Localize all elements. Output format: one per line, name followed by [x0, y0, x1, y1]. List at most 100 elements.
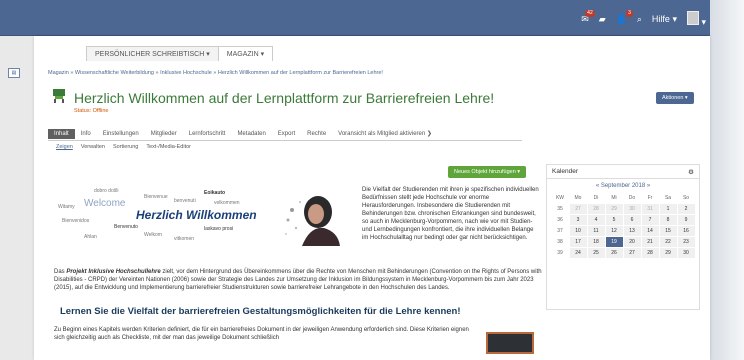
page-edge [710, 0, 744, 360]
side-toggle-icon[interactable]: ▤ [8, 68, 20, 78]
calendar-day[interactable]: 22 [658, 236, 678, 248]
avatar[interactable]: ▾ [686, 11, 706, 28]
woman-portrait-image [280, 190, 344, 246]
help-menu[interactable]: Hilfe ▾ [652, 14, 677, 25]
banner-word: Bienvenue [144, 194, 168, 200]
calendar-day[interactable]: 16 [676, 225, 696, 237]
banner-word: benvenuti [174, 198, 196, 204]
calendar-week-number: 35 [550, 203, 570, 215]
tab-bar: Inhalt Info Einstellungen Mitglieder Ler… [48, 128, 438, 139]
calendar-day[interactable]: 9 [676, 214, 696, 226]
mail-icon[interactable]: ✉ 42 [581, 10, 595, 25]
calendar-day[interactable]: 11 [586, 225, 606, 237]
tab-metadata[interactable]: Metadaten [231, 129, 271, 139]
calendar-day[interactable]: 29 [604, 203, 624, 215]
tab-progress[interactable]: Lernfortschritt [183, 129, 232, 139]
calendar-weekday-label: Fr [640, 192, 660, 204]
tab-preview-as-member[interactable]: Voransicht als Mitglied aktivieren ❯ [332, 128, 438, 139]
user-count: 3 [626, 10, 633, 17]
project-paragraph: Das Projekt Inklusive Hochschullehre zie… [54, 268, 554, 292]
calendar-day[interactable]: 1 [658, 203, 678, 215]
tab-settings[interactable]: Einstellungen [97, 129, 145, 139]
calendar-day[interactable]: 17 [568, 236, 588, 248]
intro-paragraph: Die Vielfalt der Studierenden mit ihren … [362, 187, 539, 241]
calendar-day[interactable]: 20 [622, 236, 642, 248]
banner-main-word: Herzlich Willkommen [136, 208, 257, 222]
calendar-day[interactable]: 7 [640, 214, 660, 226]
calendar-week-row: 39 24 25 26 27 28 29 30 [550, 247, 696, 259]
calendar-week-number: 38 [550, 236, 570, 248]
section-thumbnail-image [486, 332, 534, 354]
calendar-day[interactable]: 30 [622, 203, 642, 215]
calendar-day[interactable]: 29 [658, 247, 678, 259]
calendar-day[interactable]: 21 [640, 236, 660, 248]
calendar-week-row: 38 17 18 19 20 21 22 23 [550, 236, 696, 248]
breadcrumb[interactable]: Magazin » Wissenschaftliche Weiterbildun… [48, 70, 383, 76]
calendar-day[interactable]: 12 [604, 225, 624, 237]
subtab-editor[interactable]: Text-/Media-Editor [146, 144, 191, 150]
subtab-sorting[interactable]: Sortierung [113, 144, 138, 150]
nav-personal-desk[interactable]: PERSÖNLICHER SCHREIBTISCH ▾ [86, 46, 219, 61]
calendar-day[interactable]: 19 [604, 236, 624, 248]
project-prefix: Das [54, 269, 67, 275]
help-label: Hilfe [651, 14, 670, 24]
calendar-day[interactable]: 13 [622, 225, 642, 237]
banner-word: Benvenuto [114, 224, 138, 230]
calendar-day[interactable]: 30 [676, 247, 696, 259]
calendar-day[interactable]: 14 [640, 225, 660, 237]
welcome-banner: Welcome Herzlich Willkommen dobro došli … [54, 186, 350, 248]
subtab-manage[interactable]: Verwalten [81, 144, 105, 150]
calendar-day[interactable]: 2 [676, 203, 696, 215]
calendar-day[interactable]: 28 [586, 203, 606, 215]
gear-icon[interactable]: ⚙ [688, 168, 694, 176]
calendar-day[interactable]: 31 [640, 203, 660, 215]
calendar-day[interactable]: 26 [604, 247, 624, 259]
actions-button[interactable]: Aktionen ▾ [656, 92, 694, 104]
calendar-header: Kalender ⚙ [547, 165, 699, 179]
calendar-day[interactable]: 8 [658, 214, 678, 226]
calendar-day[interactable]: 23 [676, 236, 696, 248]
user-icon[interactable]: 👤 3 [616, 10, 633, 25]
calendar-day[interactable]: 25 [586, 247, 606, 259]
chat-icon[interactable]: ▰ [599, 14, 606, 25]
calendar-weekday-row: KW Mo Di Mi Do Fr Sa So [550, 192, 696, 204]
calendar-day[interactable]: 18 [586, 236, 606, 248]
top-tools: ✉ 42 ▰ 👤 3 ⌕ Hilfe ▾ ▾ [581, 10, 706, 28]
nav-magazine[interactable]: MAGAZIN ▾ [218, 46, 274, 61]
calendar-day[interactable]: 10 [568, 225, 588, 237]
calendar-week-number: 36 [550, 214, 570, 226]
calendar-month-nav[interactable]: « September 2018 » [547, 183, 699, 189]
tab-export[interactable]: Export [272, 129, 301, 139]
calendar-day[interactable]: 4 [586, 214, 606, 226]
section-heading: Lernen Sie die Vielfalt der barrierefrei… [60, 306, 461, 317]
calendar-week-row: 36 3 4 5 6 7 8 9 [550, 214, 696, 226]
tab-info[interactable]: Info [75, 129, 97, 139]
calendar-day[interactable]: 15 [658, 225, 678, 237]
calendar-day[interactable]: 6 [622, 214, 642, 226]
calendar-day[interactable]: 28 [640, 247, 660, 259]
calendar-week-row: 37 10 11 12 13 14 15 16 [550, 225, 696, 237]
tab-content[interactable]: Inhalt [48, 129, 75, 139]
calendar-weekday-label: KW [550, 192, 570, 204]
content-sheet: PERSÖNLICHER SCHREIBTISCH ▾ MAGAZIN ▾ Ma… [34, 36, 710, 360]
tab-permissions[interactable]: Rechte [301, 129, 332, 139]
calendar-day[interactable]: 24 [568, 247, 588, 259]
calendar-day[interactable]: 5 [604, 214, 624, 226]
calendar-day[interactable]: 27 [622, 247, 642, 259]
add-object-button[interactable]: Neues Objekt hinzufügen ▾ [448, 166, 527, 178]
calendar-weekday-label: So [676, 192, 696, 204]
sub-tabs: Zeigen Verwalten Sortierung Text-/Media-… [56, 144, 191, 150]
subtab-view[interactable]: Zeigen [56, 144, 73, 150]
banner-word: Welkom [144, 232, 162, 238]
calendar-weekday-label: Mo [568, 192, 588, 204]
banner-word: laskavo prosi [204, 226, 234, 232]
search-icon[interactable]: ⌕ [637, 14, 642, 25]
banner-word: velkommen [214, 200, 240, 206]
course-icon [53, 89, 65, 103]
banner-word: Bienvenidos [62, 218, 90, 224]
section-paragraph: Zu Beginn eines Kapitels werden Kriterie… [54, 327, 469, 341]
calendar-day[interactable]: 27 [568, 203, 588, 215]
welcome-word-cloud: Welcome Herzlich Willkommen dobro došli … [54, 186, 264, 248]
tab-members[interactable]: Mitglieder [145, 129, 183, 139]
calendar-day[interactable]: 3 [568, 214, 588, 226]
